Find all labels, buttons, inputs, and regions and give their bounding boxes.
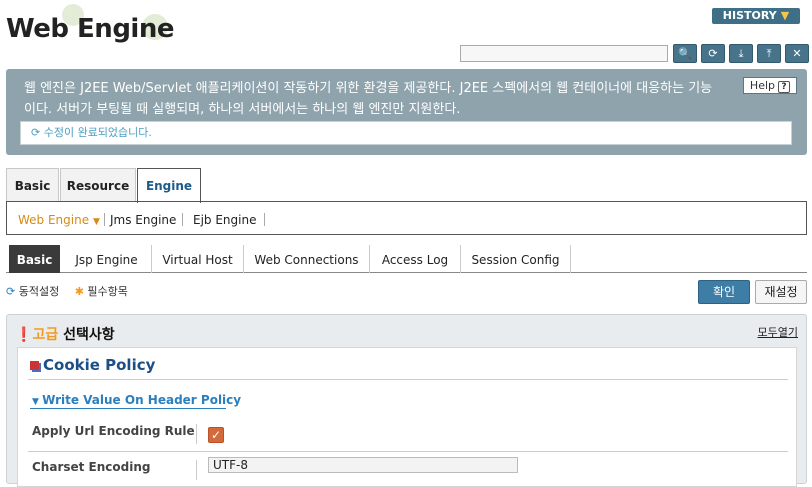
tab-session-config[interactable]: Session Config <box>461 245 571 273</box>
header: Web Engine HISTORY ▼ 🔍 ⟳ ⤓ ⤒ ✕ <box>0 0 812 64</box>
help-icon: ? <box>778 81 790 93</box>
close-icon[interactable]: ✕ <box>785 44 809 63</box>
legend-dynamic: ⟳ 동적설정 <box>6 285 59 298</box>
sync-icon: ⟳ <box>31 126 44 139</box>
write-value-subsection[interactable]: ▼ Write Value On Header Policy <box>32 393 241 407</box>
history-label: HISTORY <box>722 9 777 22</box>
section-tabs: Basic Jsp Engine Virtual Host Web Connec… <box>6 245 807 273</box>
cookie-policy-title: Cookie Policy <box>30 356 155 374</box>
field-label: Apply Url Encoding Rule <box>32 424 195 438</box>
advanced-options-panel: ❗고급 선택사항 모두열기 Cookie Policy ▼ Write Valu… <box>6 314 807 487</box>
caret-down-icon: ▼ <box>32 397 43 407</box>
history-button[interactable]: HISTORY ▼ <box>712 8 800 24</box>
apply-url-encoding-checkbox[interactable]: ✓ <box>208 427 224 443</box>
section-icon <box>30 361 39 370</box>
notice-text: 수정이 완료되었습니다. <box>43 126 152 139</box>
expand-all-link[interactable]: 모두열기 <box>758 324 798 340</box>
divider <box>196 460 197 480</box>
page-title: Web Engine <box>6 14 175 44</box>
divider <box>182 213 183 226</box>
dynamic-setting-icon: ⟳ <box>6 285 19 298</box>
subtab-ejb-engine[interactable]: Ejb Engine <box>193 213 256 227</box>
charset-encoding-input[interactable]: UTF-8 <box>208 457 518 473</box>
subtab-jms-engine[interactable]: Jms Engine <box>110 213 176 227</box>
tab-basic[interactable]: Basic <box>6 168 59 202</box>
divider <box>28 379 788 380</box>
legend-required-label: 필수항목 <box>87 285 128 298</box>
legend: ⟳ 동적설정 ✱ 필수항목 <box>6 283 140 299</box>
field-label: Charset Encoding <box>32 460 151 474</box>
tab-resource[interactable]: Resource <box>60 168 136 202</box>
help-button[interactable]: Help? <box>742 77 797 94</box>
advanced-prefix: 고급 <box>32 327 59 343</box>
description-text: 웹 엔진은 J2EE Web/Servlet 애플리케이션이 작동하기 위한 환… <box>24 81 713 117</box>
description-banner: 웹 엔진은 J2EE Web/Servlet 애플리케이션이 작동하기 위한 환… <box>6 69 807 155</box>
legend-dynamic-label: 동적설정 <box>18 285 60 298</box>
required-icon: ✱ <box>74 285 88 298</box>
field-row-charset-encoding: Charset Encoding UTF-8 <box>28 454 788 484</box>
chevron-down-icon: ▼ <box>780 9 790 22</box>
cookie-policy-section: Cookie Policy ▼ Write Value On Header Po… <box>17 347 797 487</box>
help-label: Help <box>749 79 775 92</box>
subtab-web-engine[interactable]: Web Engine ▼ <box>18 213 100 227</box>
cookie-policy-title-text: Cookie Policy <box>43 356 156 374</box>
subtab-label: Web Engine <box>18 213 90 227</box>
export-xml-icon[interactable]: ⤓ <box>729 44 753 63</box>
subsection-label: Write Value On Header Policy <box>42 393 242 407</box>
tab-section-basic[interactable]: Basic <box>9 245 60 273</box>
confirm-button[interactable]: 확인 <box>698 280 750 304</box>
search-input[interactable] <box>460 45 668 62</box>
divider <box>104 213 105 226</box>
caret-down-icon: ▼ <box>92 217 100 227</box>
status-notice: ⟳ 수정이 완료되었습니다. <box>20 121 792 145</box>
tab-virtual-host[interactable]: Virtual Host <box>152 245 244 273</box>
import-xml-icon[interactable]: ⤒ <box>757 44 781 63</box>
field-row-apply-url-encoding: Apply Url Encoding Rule ✓ <box>28 418 788 448</box>
tab-jsp-engine[interactable]: Jsp Engine <box>62 245 152 273</box>
engine-subtabs: Web Engine ▼ Jms Engine Ejb Engine <box>6 201 807 235</box>
tab-engine[interactable]: Engine <box>137 168 201 203</box>
advanced-options-title: ❗고급 선택사항 <box>15 324 115 344</box>
divider <box>264 213 265 226</box>
tab-access-log[interactable]: Access Log <box>370 245 461 273</box>
info-icon: ❗ <box>15 327 33 343</box>
legend-required: ✱ 필수항목 <box>75 285 128 298</box>
advanced-title-text: 선택사항 <box>63 327 115 343</box>
search-icon[interactable]: 🔍 <box>673 44 697 63</box>
divider <box>196 424 197 444</box>
subsection-underline <box>30 408 226 409</box>
tab-web-connections[interactable]: Web Connections <box>244 245 370 273</box>
refresh-icon[interactable]: ⟳ <box>701 44 725 63</box>
divider <box>28 451 788 452</box>
reset-button[interactable]: 재설정 <box>755 280 807 304</box>
